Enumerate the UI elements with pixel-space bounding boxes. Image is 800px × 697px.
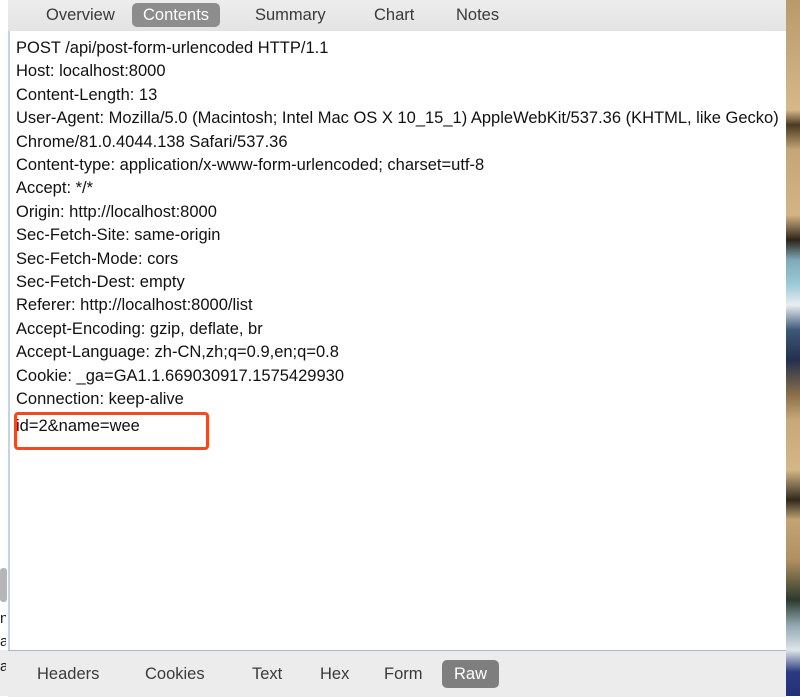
tab-summary-label: Summary (255, 6, 326, 24)
tab-raw-label: Raw (454, 665, 488, 683)
tab-chart[interactable]: Chart (363, 3, 425, 27)
tab-summary[interactable]: Summary (244, 3, 337, 27)
tab-cookies-label: Cookies (145, 665, 205, 683)
raw-request-body-text: id=2&name=wee (16, 417, 140, 435)
tab-text-label: Text (252, 665, 283, 683)
main-window: Overview Contents Summary Chart Notes PO… (8, 0, 786, 697)
raw-request-headers-text: POST /api/post-form-urlencoded HTTP/1.1 … (16, 39, 779, 409)
raw-content-panel[interactable]: POST /api/post-form-urlencoded HTTP/1.1 … (8, 31, 786, 650)
tab-overview[interactable]: Overview (35, 3, 126, 27)
tab-overview-label: Overview (46, 6, 115, 24)
tab-notes-label: Notes (456, 6, 500, 24)
tab-contents-label: Contents (143, 6, 210, 24)
top-tab-bar: Overview Contents Summary Chart Notes (8, 0, 786, 32)
tab-hex[interactable]: Hex (308, 660, 361, 688)
tab-headers-label: Headers (37, 665, 100, 683)
tab-contents[interactable]: Contents (132, 3, 221, 27)
tab-headers[interactable]: Headers (25, 660, 111, 688)
background-window-text-fragment: n (0, 610, 6, 627)
background-window-scrollbar[interactable] (0, 568, 7, 602)
tab-hex-label: Hex (320, 665, 350, 683)
tab-chart-label: Chart (374, 6, 415, 24)
tab-notes[interactable]: Notes (445, 3, 510, 27)
background-window-text-fragment: a (0, 633, 6, 650)
bottom-tab-bar: Headers Cookies Text Hex Form Raw (8, 650, 786, 697)
tab-cookies[interactable]: Cookies (133, 660, 217, 688)
background-window-text-fragment: a (0, 658, 6, 675)
tab-form-label: Form (384, 665, 423, 683)
desktop-wallpaper (786, 0, 800, 696)
tab-form[interactable]: Form (372, 660, 435, 688)
tab-text[interactable]: Text (240, 660, 294, 688)
tab-raw[interactable]: Raw (442, 660, 500, 688)
